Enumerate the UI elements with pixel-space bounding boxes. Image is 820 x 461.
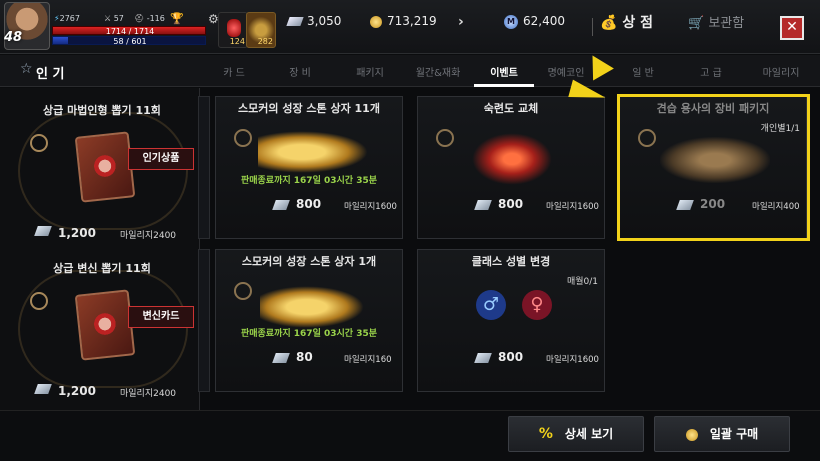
product-mileage: 마일리지1600 [344,202,397,212]
percent-icon: % [538,426,553,442]
tab-event[interactable]: 이벤트 [476,64,532,79]
magnify-icon[interactable] [436,129,454,147]
diamond-icon [474,353,492,363]
partial-card [198,96,210,239]
popular-tag: 인기상품 [128,148,194,170]
popular-card-transform[interactable]: 상급 변신 뽑기 11회 변신카드 1,200 마일리지2400 [12,250,194,400]
product-title: 스모커의 성장 스톤 상자 1개 [241,255,377,268]
feather-count: 282 [257,37,273,46]
star-icon: ☆ [20,61,33,77]
stone-chest-image [258,131,368,173]
magnify-icon[interactable] [30,292,48,310]
diamond-icon [474,200,492,210]
female-icon: ♀ [522,290,552,320]
hp-bar: 1714 / 1714 [52,26,206,36]
close-button[interactable]: ✕ [780,16,804,40]
tab-premium[interactable]: 고 급 [696,64,726,79]
detail-view-button[interactable]: % 상세 보기 [508,416,644,452]
magic-card-image [74,131,136,203]
attack-stat: ⚔ 57 [104,14,124,23]
sale-timer: 판매종료까지 167일 03시간 35분 [240,176,378,186]
tab-mileage[interactable]: 마일리지 [756,64,806,79]
card-mileage: 마일리지2400 [120,389,177,399]
transform-tag: 변신카드 [128,306,194,328]
potion-icon [227,19,241,37]
m-coin-currency: M 62,400 [504,14,565,29]
buy-all-button[interactable]: 일괄 구매 [654,416,790,452]
card-mileage: 마일리지2400 [120,231,177,241]
diamond-icon [272,353,290,363]
card-price: 1,200 [58,226,96,240]
mp-text: 58 / 601 [113,37,147,46]
character-level: 48 [4,30,23,45]
mastery-swap-image [472,133,552,185]
defense-stat: ⛑ -116 [134,14,165,23]
sale-timer: 판매종료까지 167일 03시간 35분 [240,329,378,339]
product-card[interactable]: 스모커의 성장 스톤 상자 11개 판매종료까지 167일 03시간 35분 8… [215,96,403,239]
product-card[interactable]: 스모커의 성장 스톤 상자 1개 판매종료까지 167일 03시간 35분 80… [215,249,403,392]
card-price: 1,200 [58,384,96,398]
power-stat: ⚡2767 [54,14,80,23]
product-price: 80 [296,350,313,364]
product-price: 800 [498,350,524,364]
tab-monthly[interactable]: 월간&재화 [410,64,466,79]
product-price: 800 [296,197,322,211]
diamond-icon [34,384,52,394]
gold-currency: 713,219 [370,14,437,28]
product-title: 클래스 성별 변경 [471,255,551,268]
popular-card-magic-doll[interactable]: 상급 마법인형 뽑기 11회 인기상품 1,200 마일리지2400 [12,92,194,242]
hp-text: 1714 / 1714 [105,27,155,36]
potion-count: 124 [229,37,245,46]
purchase-limit: 매월0/1 [566,277,598,287]
card-title: 상급 마법인형 뽑기 11회 [43,104,161,117]
helmet-icon: ⛑ [134,14,145,23]
diamond-icon [34,226,52,236]
magnify-icon[interactable] [234,282,252,300]
product-mileage: 마일리지160 [344,355,392,365]
mp-bar: 58 / 601 [52,36,206,46]
stone-chest-image [260,286,364,328]
active-tab-indicator [474,84,534,87]
product-mileage: 마일리지1600 [546,355,599,365]
tab-general[interactable]: 일 반 [628,64,658,79]
card-title: 상급 변신 뽑기 11회 [53,262,151,275]
chevron-right-icon[interactable]: › [458,14,464,30]
cart-icon: 🛒 [688,16,705,31]
storage-button[interactable]: 🛒 보관함 [688,12,774,40]
mileage-currency: 3,050 [286,14,341,28]
tab-card[interactable]: 카 드 [222,64,246,79]
product-card[interactable]: 클래스 성별 변경 매월0/1 ♂ ♀ 800 마일리지1600 [417,249,605,392]
magnify-icon[interactable] [30,134,48,152]
sword-icon: ⚔ [104,14,112,23]
product-title: 숙련도 교체 [483,102,539,115]
partial-card [198,249,210,392]
product-mileage: 마일리지1600 [546,202,599,212]
m-coin-icon: M [504,14,518,29]
highlight-frame [617,94,810,241]
gold-coin-icon [370,15,382,28]
product-card[interactable]: 숙련도 교체 800 마일리지1600 [417,96,605,239]
magnify-icon[interactable] [234,129,252,147]
divider [592,18,593,36]
shop-button[interactable]: 💰 상 점 [600,12,668,40]
diamond-icon [272,200,290,210]
tab-popular[interactable]: ☆ 인 기 [0,55,200,87]
money-bag-icon: 💰 [600,15,618,31]
diamond-icon [286,17,304,26]
tab-equipment[interactable]: 장 비 [288,64,312,79]
product-title: 스모커의 성장 스톤 상자 11개 [238,102,380,115]
product-price: 800 [498,197,524,211]
gold-coin-icon [685,428,698,441]
tab-package[interactable]: 패키지 [352,64,388,79]
quick-slot-feather[interactable]: 282 [246,12,276,48]
transform-card-image [74,289,136,361]
male-icon: ♂ [476,290,506,320]
quick-slot-potion[interactable]: 124 [218,12,248,48]
trophy-icon[interactable]: 🏆 [170,12,184,25]
